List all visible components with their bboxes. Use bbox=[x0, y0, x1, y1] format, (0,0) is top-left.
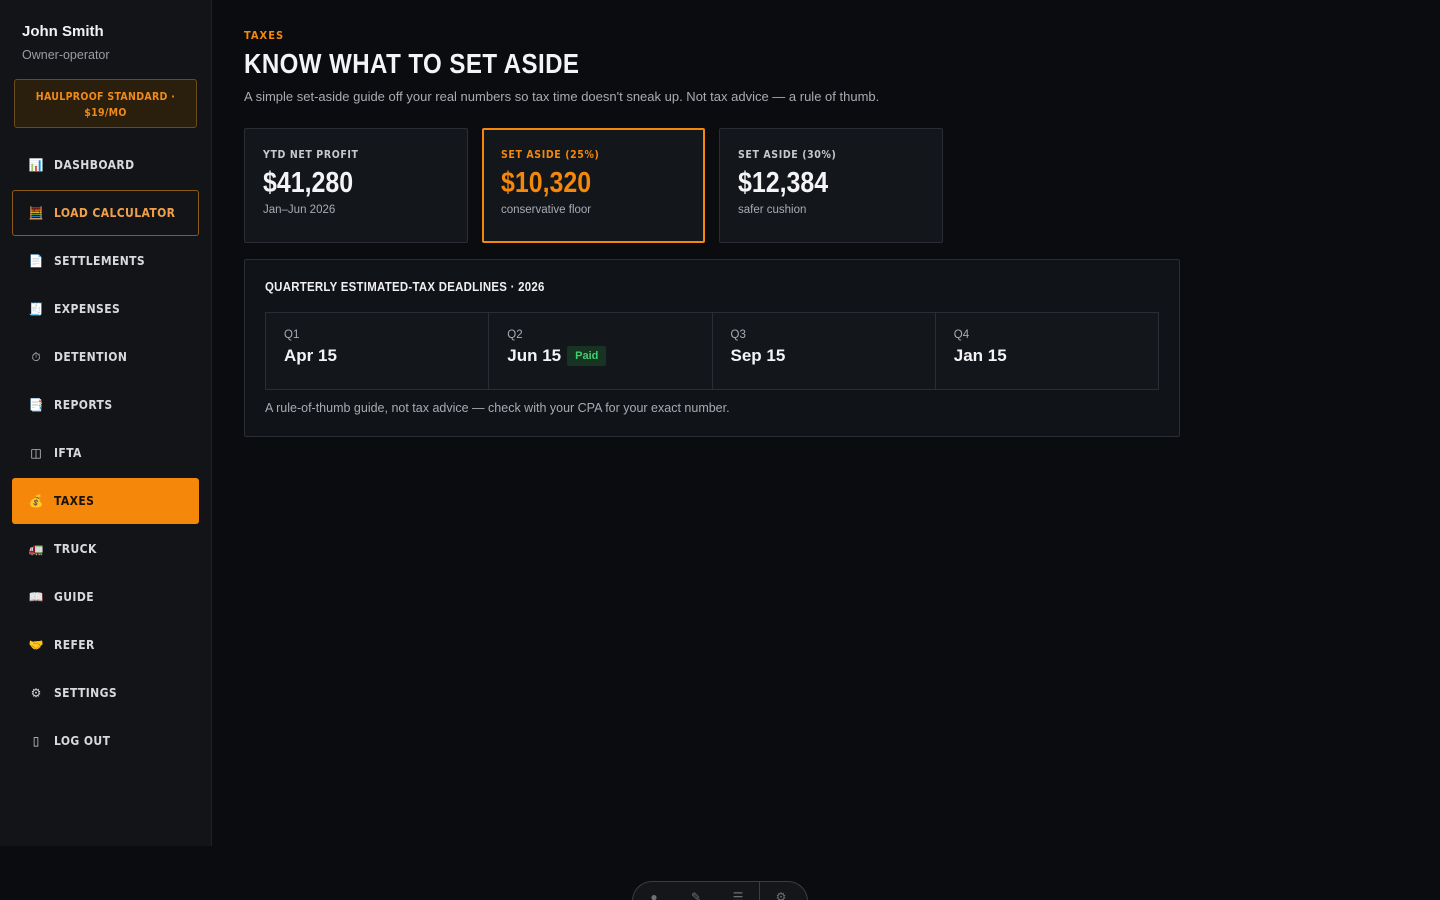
stat-label: SET ASIDE (30%) bbox=[738, 149, 837, 161]
menu-icon[interactable]: ☰ bbox=[717, 890, 759, 900]
sidebar-item-reports[interactable]: 📑 REPORTS bbox=[12, 382, 199, 428]
page-eyebrow: TAXES bbox=[244, 29, 285, 42]
sidebar-item-settlements[interactable]: 📄 SETTLEMENTS bbox=[12, 238, 199, 284]
sidebar-item-label: DETENTION bbox=[54, 350, 128, 364]
gear-icon: ⚙ bbox=[30, 686, 42, 700]
stat-card-set-aside-30: SET ASIDE (30%) $12,384 safer cushion bbox=[719, 128, 943, 243]
sidebar-item-label: LOAD CALCULATOR bbox=[54, 206, 176, 220]
sidebar-item-label: TAXES bbox=[54, 494, 95, 508]
stat-card-set-aside-25: SET ASIDE (25%) $10,320 conservative flo… bbox=[482, 128, 705, 243]
quarter-date: Apr 15 bbox=[284, 346, 337, 365]
stat-note: safer cushion bbox=[738, 204, 807, 216]
sidebar-item-truck[interactable]: 🚛 TRUCK bbox=[12, 526, 199, 572]
person-icon[interactable]: ● bbox=[633, 890, 675, 900]
quarter-date: Sep 15 bbox=[730, 346, 786, 365]
sidebar-nav: 📊 DASHBOARD 🧮 LOAD CALCULATOR 📄 SETTLEME… bbox=[12, 142, 199, 766]
floating-toolbar: ● ✎ ☰ ⚙ bbox=[632, 881, 808, 900]
sidebar-item-refer[interactable]: 🤝 REFER bbox=[12, 622, 199, 668]
calculator-icon: 🧮 bbox=[28, 206, 44, 220]
quarter-label: Q4 bbox=[953, 329, 970, 341]
truck-icon: 🚛 bbox=[28, 542, 44, 556]
stat-note: Jan–Jun 2026 bbox=[263, 204, 336, 216]
document-icon: 📄 bbox=[28, 254, 44, 268]
page-title: KNOW WHAT TO SET ASIDE bbox=[244, 48, 580, 79]
sidebar-item-log-out[interactable]: ▯ LOG OUT bbox=[12, 718, 199, 764]
quarter-label: Q1 bbox=[284, 329, 300, 341]
quarter-label: Q3 bbox=[730, 329, 746, 341]
gear-icon[interactable]: ⚙ bbox=[760, 890, 802, 900]
stat-label: SET ASIDE (25%) bbox=[501, 149, 600, 161]
receipt-icon: 🧾 bbox=[28, 302, 44, 316]
sidebar-item-label: SETTINGS bbox=[54, 686, 118, 700]
paid-status-badge: Paid bbox=[567, 346, 607, 366]
stat-card-ytd-net-profit: YTD NET PROFIT $41,280 Jan–Jun 2026 bbox=[244, 128, 468, 243]
stat-label: YTD NET PROFIT bbox=[263, 149, 359, 161]
stat-value: $10,320 bbox=[501, 167, 592, 199]
sidebar-item-guide[interactable]: 📖 GUIDE bbox=[12, 574, 199, 620]
sidebar-item-taxes[interactable]: 💰 TAXES bbox=[12, 478, 199, 524]
sidebar-item-label: IFTA bbox=[54, 446, 82, 460]
sidebar-item-label: TRUCK bbox=[54, 542, 97, 556]
bar-chart-icon: 📊 bbox=[28, 158, 44, 172]
deadlines-title: QUARTERLY ESTIMATED-TAX DEADLINES · 2026 bbox=[265, 279, 545, 294]
sidebar-item-label: EXPENSES bbox=[54, 302, 121, 316]
sidebar-item-load-calculator[interactable]: 🧮 LOAD CALCULATOR bbox=[12, 190, 199, 236]
quarter-q3: Q3 Sep 15 bbox=[713, 313, 936, 389]
money-bag-icon: 💰 bbox=[28, 494, 44, 508]
sidebar-item-label: REPORTS bbox=[54, 398, 113, 412]
logout-icon: ▯ bbox=[32, 734, 40, 748]
handshake-icon: 🤝 bbox=[28, 638, 44, 652]
columns-icon: ◫ bbox=[30, 446, 42, 460]
sidebar-item-ifta[interactable]: ◫ IFTA bbox=[12, 430, 199, 476]
stat-value: $12,384 bbox=[738, 167, 829, 199]
stat-value: $41,280 bbox=[263, 167, 354, 199]
page-subtitle: A simple set-aside guide off your real n… bbox=[244, 89, 880, 104]
sidebar-item-label: LOG OUT bbox=[54, 734, 111, 748]
quarter-q1: Q1 Apr 15 bbox=[266, 313, 490, 389]
tax-disclaimer: A rule-of-thumb guide, not tax advice — … bbox=[265, 401, 730, 415]
quarter-q2: Q2 Jun 15 Paid bbox=[489, 313, 713, 389]
sidebar-item-settings[interactable]: ⚙ SETTINGS bbox=[12, 670, 199, 716]
stopwatch-icon: ⏱ bbox=[31, 350, 41, 364]
stat-note: conservative floor bbox=[501, 204, 592, 216]
sidebar-item-label: REFER bbox=[54, 638, 95, 652]
quarterly-deadlines-panel: QUARTERLY ESTIMATED-TAX DEADLINES · 2026… bbox=[244, 259, 1180, 437]
sidebar-item-expenses[interactable]: 🧾 EXPENSES bbox=[12, 286, 199, 332]
plan-badge[interactable]: HAULPROOF STANDARD · $19/MO bbox=[14, 79, 197, 128]
sidebar-item-label: DASHBOARD bbox=[54, 158, 135, 172]
sidebar-item-label: GUIDE bbox=[54, 590, 94, 604]
report-icon: 📑 bbox=[28, 398, 44, 412]
user-name: John Smith bbox=[22, 23, 104, 40]
quarter-date: Jan 15 bbox=[953, 346, 1007, 365]
quarters-row: Q1 Apr 15 Q2 Jun 15 Paid Q3 Sep 15 Q4 Ja… bbox=[265, 312, 1159, 390]
quarter-date: Jun 15 bbox=[507, 346, 562, 365]
sidebar: John Smith Owner-operator HAULPROOF STAN… bbox=[0, 0, 212, 846]
user-role: Owner-operator bbox=[22, 48, 110, 62]
sidebar-item-dashboard[interactable]: 📊 DASHBOARD bbox=[12, 142, 199, 188]
sidebar-item-detention[interactable]: ⏱ DETENTION bbox=[12, 334, 199, 380]
quarter-q4: Q4 Jan 15 bbox=[936, 313, 1158, 389]
book-icon: 📖 bbox=[28, 590, 44, 604]
quarter-label: Q2 bbox=[507, 329, 523, 341]
sidebar-item-label: SETTLEMENTS bbox=[54, 254, 146, 268]
pen-icon[interactable]: ✎ bbox=[675, 890, 717, 900]
